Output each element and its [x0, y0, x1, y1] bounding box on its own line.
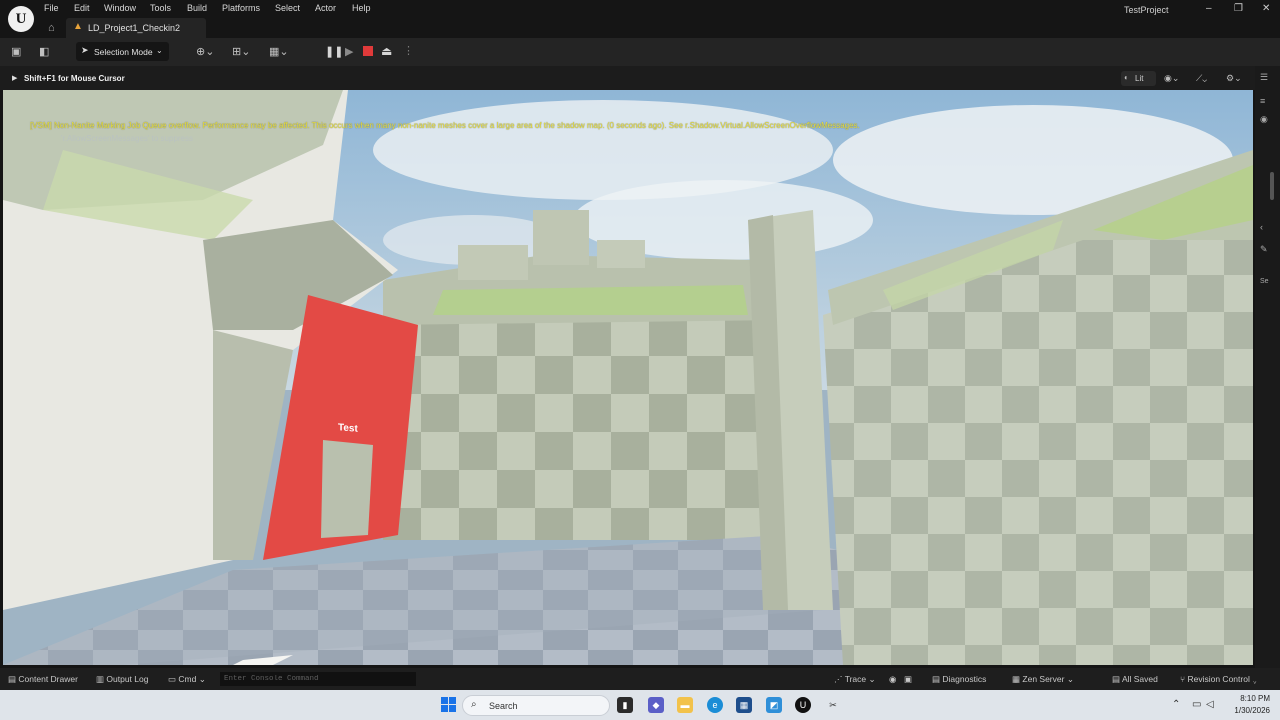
stop-button[interactable]: [363, 46, 373, 56]
zen-server-dropdown[interactable]: ▦ Zen Server ⌄: [1012, 674, 1074, 685]
diagnostics-label: Diagnostics: [942, 674, 987, 684]
menu-actor[interactable]: Actor: [315, 3, 336, 13]
level-viewport[interactable]: [VSM] Non-Nanite Marking Job Queue overf…: [3, 90, 1253, 665]
view-mode-dropdown[interactable]: ◐ Lit: [1121, 71, 1156, 86]
scene-render: [3, 90, 1253, 665]
search-icon: ⌕: [471, 699, 477, 710]
clock-date[interactable]: 1/30/2026: [1222, 706, 1270, 715]
clock-time[interactable]: 8:10 PM: [1230, 694, 1270, 703]
all-saved-button[interactable]: ▤ All Saved: [1112, 674, 1158, 685]
chevron-down-icon: ⌄: [156, 46, 163, 55]
save-icon[interactable]: ▣: [11, 45, 21, 58]
menu-build[interactable]: Build: [187, 3, 207, 13]
viewport-settings-icon[interactable]: ⚙⌄: [1226, 73, 1242, 84]
door-sign: Test: [338, 422, 358, 435]
mouse-cursor-hint: Shift+F1 for Mouse Cursor: [24, 74, 125, 83]
screenshot-icon[interactable]: ▣: [904, 674, 912, 685]
revision-control-dropdown[interactable]: ⑂ Revision Control ⌄: [1180, 674, 1257, 684]
cursor-icon: ➤: [81, 45, 89, 55]
play-button[interactable]: ▶: [345, 45, 353, 58]
network-icon[interactable]: ▭: [1192, 699, 1201, 710]
cinematics-icon[interactable]: ▦⌄: [269, 45, 289, 58]
menu-platforms[interactable]: Platforms: [222, 3, 260, 13]
snipping-tool-icon[interactable]: ✂: [825, 697, 841, 713]
selection-mode-label: Selection Mode: [94, 47, 153, 57]
collapse-arrow-icon[interactable]: ‹: [1260, 222, 1263, 232]
panel-label-se: Se: [1260, 278, 1269, 285]
file-explorer-icon[interactable]: ▬: [677, 697, 693, 713]
console-command-input[interactable]: [220, 672, 416, 686]
minimize-icon[interactable]: –: [1206, 3, 1212, 14]
title-bar: U File Edit Window Tools Build Platforms…: [0, 0, 1280, 38]
output-log-label: Output Log: [106, 674, 149, 684]
selection-mode-dropdown[interactable]: ➤ Selection Mode ⌄: [76, 42, 169, 61]
status-bar: ▤ Content Drawer ▥ Output Log ▭ Cmd ⌄ ⋰ …: [0, 668, 1280, 690]
maximize-icon[interactable]: ❐: [1234, 3, 1243, 14]
suppress-hint: 'r.AllowScreenMessages' to suppress: [61, 134, 194, 143]
content-browser-icon[interactable]: ◧: [39, 45, 49, 58]
tray-chevron-up-icon[interactable]: ⌃: [1172, 699, 1180, 710]
more-options-icon[interactable]: ⋮: [403, 44, 414, 57]
taskbar-search[interactable]: ⌕ Search: [462, 695, 610, 716]
content-drawer-label: Content Drawer: [18, 674, 78, 684]
lit-sphere-icon: ◐: [1124, 73, 1129, 82]
revision-control-label: Revision Control: [1187, 674, 1250, 684]
panel-menu-icon[interactable]: ☰: [1260, 72, 1268, 83]
main-toolbar: ▣ ◧ ➤ Selection Mode ⌄ ⊕⌄ ⊞⌄ ▦⌄: [0, 38, 1280, 66]
viewport-header: ▶ Shift+F1 for Mouse Cursor: [0, 66, 1255, 90]
all-saved-label: All Saved: [1121, 674, 1158, 684]
photos-icon[interactable]: ◩: [766, 697, 782, 713]
windows-start-icon[interactable]: [441, 697, 456, 712]
content-drawer-button[interactable]: ▤ Content Drawer: [8, 674, 78, 685]
close-icon[interactable]: ✕: [1262, 3, 1270, 14]
shadow-overflow-warning: [VSM] Non-Nanite Marking Job Queue overf…: [30, 121, 860, 130]
unreal-taskbar-icon[interactable]: U: [795, 697, 811, 713]
level-tab[interactable]: ▲ LD_Project1_Checkin2: [66, 18, 206, 38]
pencil-icon[interactable]: ✎: [1260, 244, 1268, 255]
windows-taskbar: [0, 690, 1280, 720]
task-view-icon[interactable]: ▮: [617, 697, 633, 713]
menu-window[interactable]: Window: [104, 3, 136, 13]
viewport-menu-arrow-icon[interactable]: ▶: [12, 74, 17, 82]
pause-button[interactable]: ❚❚: [325, 45, 343, 58]
cmd-label: Cmd: [178, 674, 197, 684]
menu-edit[interactable]: Edit: [74, 3, 90, 13]
visibility-eye-icon[interactable]: ◉: [1260, 114, 1268, 125]
show-flags-icon[interactable]: ◉⌄: [1164, 73, 1179, 84]
panel-scrollbar[interactable]: [1270, 172, 1274, 200]
diagnostics-button[interactable]: ▤ Diagnostics: [932, 674, 986, 685]
edge-browser-icon[interactable]: e: [707, 697, 723, 713]
menu-select[interactable]: Select: [275, 3, 300, 13]
cmd-dropdown[interactable]: ▭ Cmd ⌄: [168, 674, 206, 685]
record-icon[interactable]: ◉: [889, 674, 896, 685]
zen-server-label: Zen Server: [1022, 674, 1065, 684]
eject-button[interactable]: ⏏: [381, 44, 392, 58]
level-icon: ▲: [73, 21, 83, 32]
teams-icon[interactable]: ◆: [648, 697, 664, 713]
menu-file[interactable]: File: [44, 3, 59, 13]
menu-help[interactable]: Help: [352, 3, 371, 13]
transform-tools-icon[interactable]: ⟋⌄: [1196, 73, 1207, 84]
home-icon[interactable]: ⌂: [48, 22, 55, 34]
add-actor-icon[interactable]: ⊕⌄: [196, 45, 214, 58]
volume-icon[interactable]: ◁: [1206, 699, 1214, 710]
project-name: TestProject: [1124, 5, 1169, 15]
blueprint-icon[interactable]: ⊞⌄: [232, 45, 250, 58]
trace-dropdown[interactable]: ⋰ Trace ⌄: [834, 674, 876, 685]
level-tab-label: LD_Project1_Checkin2: [88, 23, 181, 33]
unreal-logo-icon[interactable]: U: [8, 6, 34, 32]
hamburger-icon[interactable]: ≡: [1260, 96, 1265, 106]
details-panel-collapsed: [1255, 66, 1280, 668]
output-log-button[interactable]: ▥ Output Log: [96, 674, 148, 685]
store-icon[interactable]: ▦: [736, 697, 752, 713]
search-label: Search: [489, 701, 518, 711]
menu-tools[interactable]: Tools: [150, 3, 171, 13]
view-mode-label: Lit: [1135, 74, 1144, 83]
trace-label: Trace: [844, 674, 867, 684]
